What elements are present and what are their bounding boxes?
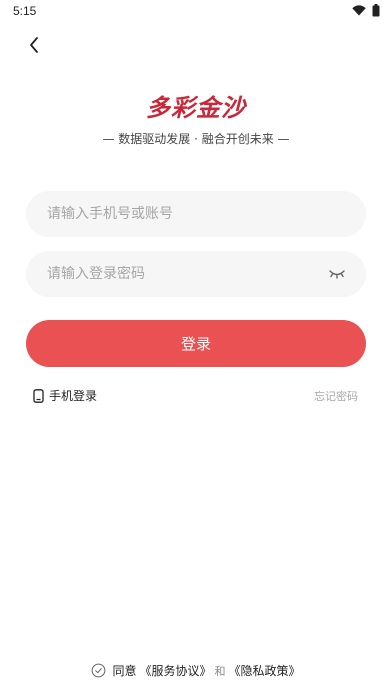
back-button[interactable] bbox=[22, 33, 46, 57]
password-field-wrapper bbox=[26, 251, 366, 297]
agreement-row: 同意 《服务协议》 和 《隐私政策》 bbox=[0, 662, 392, 679]
account-field-wrapper bbox=[26, 191, 366, 237]
chevron-left-icon bbox=[30, 37, 38, 53]
phone-icon bbox=[33, 388, 44, 403]
status-time: 5:15 bbox=[13, 4, 37, 18]
and-text: 和 bbox=[214, 664, 226, 678]
forgot-password-link[interactable]: 忘记密码 bbox=[314, 388, 358, 404]
phone-login-label: 手机登录 bbox=[49, 389, 98, 403]
status-icons bbox=[352, 4, 380, 17]
account-input[interactable] bbox=[26, 191, 366, 237]
check-circle-icon[interactable] bbox=[91, 663, 106, 678]
wifi-icon bbox=[352, 5, 366, 16]
brand-logo: 多彩金沙 bbox=[146, 93, 246, 122]
battery-icon bbox=[372, 4, 380, 17]
login-button[interactable]: 登录 bbox=[26, 320, 366, 367]
service-agreement-link[interactable]: 《服务协议》 bbox=[139, 662, 211, 679]
password-input[interactable] bbox=[26, 251, 366, 297]
agree-label: 同意 bbox=[112, 664, 137, 678]
password-visibility-toggle[interactable] bbox=[328, 266, 346, 282]
phone-login-link[interactable]: 手机登录 bbox=[33, 387, 97, 404]
status-bar: 5:15 bbox=[0, 0, 392, 24]
privacy-policy-link[interactable]: 《隐私政策》 bbox=[229, 662, 301, 679]
eye-closed-icon bbox=[329, 270, 345, 279]
brand-slogan: — 数据驱动发展 · 融合开创未来 — bbox=[102, 132, 290, 146]
